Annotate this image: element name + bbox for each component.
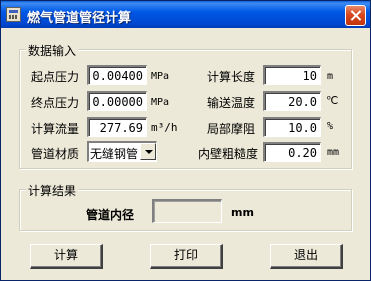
- end-pressure-label: 终点压力: [31, 96, 80, 110]
- flow-input[interactable]: 277.69: [87, 117, 147, 137]
- result-group-label: 计算结果: [26, 182, 79, 199]
- roughness-unit: mm: [327, 147, 340, 158]
- window-title: 燃气管道管径计算: [27, 11, 132, 26]
- end-pressure-unit: MPa: [151, 97, 170, 108]
- calc-length-label: 计算长度: [207, 70, 256, 84]
- local-friction-unit: %: [327, 121, 334, 132]
- calc-length-input[interactable]: 10: [263, 65, 321, 85]
- title-bar[interactable]: 燃气管道管径计算: [1, 1, 370, 28]
- exit-button[interactable]: 退出: [270, 244, 343, 269]
- temperature-input[interactable]: 20.0: [263, 91, 321, 111]
- roughness-input[interactable]: 0.20: [263, 142, 321, 162]
- local-friction-label: 局部摩阻: [207, 122, 256, 136]
- close-button[interactable]: [345, 5, 366, 26]
- calculate-button[interactable]: 计算: [30, 244, 103, 269]
- temperature-unit: ℃: [326, 94, 339, 107]
- end-pressure-input[interactable]: 0.00000: [87, 91, 147, 111]
- input-group-label: 数据输入: [26, 42, 79, 59]
- print-button[interactable]: 打印: [150, 244, 223, 269]
- roughness-label: 内壁粗糙度: [198, 147, 259, 161]
- diameter-unit: mm: [231, 206, 254, 219]
- start-pressure-label: 起点压力: [31, 70, 80, 84]
- material-label: 管道材质: [31, 147, 80, 161]
- flow-label: 计算流量: [31, 122, 80, 136]
- local-friction-input[interactable]: 10.0: [263, 117, 321, 137]
- calc-length-unit: m: [327, 71, 334, 82]
- start-pressure-unit: MPa: [151, 71, 170, 82]
- app-icon: [6, 7, 21, 22]
- diameter-output: [152, 199, 222, 223]
- main-window: 燃气管道管径计算 数据输入 起点压力 0.00400 MPa 终点压力 0.00…: [0, 0, 371, 281]
- material-select[interactable]: 无缝钢管: [87, 141, 157, 162]
- diameter-label: 管道内径: [86, 208, 135, 222]
- material-selected: 无缝钢管: [90, 147, 139, 161]
- start-pressure-input[interactable]: 0.00400: [87, 65, 147, 85]
- chevron-down-icon[interactable]: [140, 143, 156, 160]
- temperature-label: 输送温度: [207, 96, 256, 110]
- flow-unit: m³/h: [151, 121, 178, 134]
